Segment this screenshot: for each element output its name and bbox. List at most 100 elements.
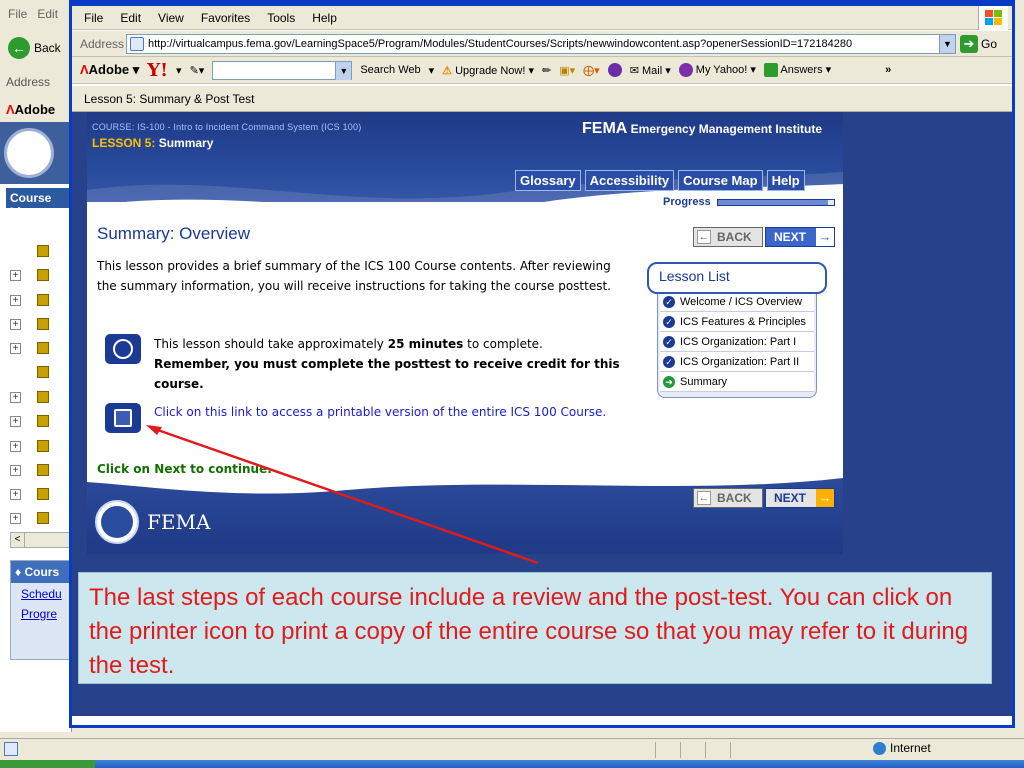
check-icon: ✓ xyxy=(663,295,675,308)
answers-button[interactable]: Answers ▾ xyxy=(763,63,831,78)
tree-row[interactable]: + xyxy=(10,387,68,407)
expand-icon[interactable]: + xyxy=(10,512,21,524)
printable-version-link[interactable]: Click on this link to access a printable… xyxy=(154,402,624,422)
printer-icon[interactable] xyxy=(105,403,141,433)
lesson-name: Summary xyxy=(158,136,214,150)
bg-progress-link[interactable]: Progre xyxy=(11,603,71,623)
yahoo-dropdown-icon[interactable]: ▾ xyxy=(176,64,182,77)
lesson-prefix: LESSON 5: xyxy=(92,136,156,150)
back-arrow-icon: ← xyxy=(697,230,711,244)
start-button[interactable] xyxy=(0,760,95,768)
search-web-dropdown-icon[interactable]: ▾ xyxy=(429,64,435,77)
expand-icon[interactable]: + xyxy=(10,415,21,427)
lesson-item-features[interactable]: ✓ ICS Features & Principles xyxy=(660,312,814,332)
url-dropdown-icon[interactable]: ▼ xyxy=(939,34,955,53)
bg-menu-bar: File Edit xyxy=(0,0,80,30)
music-icon[interactable] xyxy=(607,63,622,77)
lesson-item-welcome[interactable]: ✓ Welcome / ICS Overview xyxy=(660,292,814,312)
next-button-bottom[interactable]: NEXT → xyxy=(765,488,835,508)
bg-back-button[interactable]: ← Back xyxy=(0,31,75,65)
menu-help[interactable]: Help xyxy=(312,11,337,25)
scroll-left-icon[interactable]: < xyxy=(11,533,25,547)
course-map-button[interactable]: Course Map xyxy=(678,170,763,191)
bg-menu-edit[interactable]: Edit xyxy=(37,7,58,23)
bg-schedule-link[interactable]: Schedu xyxy=(11,583,71,603)
next-label: NEXT xyxy=(774,230,807,244)
bg-course-list-header: Course Lis xyxy=(6,188,70,219)
tree-row[interactable]: + xyxy=(10,314,68,334)
expand-icon[interactable]: + xyxy=(10,342,21,354)
top-nav-buttons: ← BACK NEXT → xyxy=(693,227,835,247)
tree-row[interactable]: + xyxy=(10,290,68,310)
tree-row[interactable] xyxy=(10,241,68,261)
progress-indicator: Progress xyxy=(663,196,835,208)
expand-icon[interactable]: + xyxy=(10,294,21,306)
search-dropdown-icon[interactable]: ▼ xyxy=(335,61,352,80)
next-button[interactable]: NEXT → xyxy=(765,227,835,247)
my-yahoo-icon xyxy=(678,63,693,78)
expand-icon[interactable]: + xyxy=(10,269,21,281)
lesson-list-items: ✓ Welcome / ICS Overview ✓ ICS Features & … xyxy=(657,288,817,398)
tree-row[interactable]: + xyxy=(10,265,68,285)
yahoo-button[interactable]: Y! xyxy=(147,60,168,81)
adobe-button[interactable]: ΛAdobe ▾ xyxy=(80,62,139,78)
back-label: BACK xyxy=(717,230,752,244)
go-label: Go xyxy=(981,36,998,51)
tree-row[interactable]: + xyxy=(10,508,68,528)
tree-row[interactable]: + xyxy=(10,338,68,358)
crosshair-icon[interactable]: ⨁▾ xyxy=(583,64,600,77)
my-yahoo-button[interactable]: My Yahoo! ▾ xyxy=(678,63,756,78)
menu-view[interactable]: View xyxy=(158,11,184,25)
expand-icon[interactable]: + xyxy=(10,464,21,476)
bg-menu-file[interactable]: File xyxy=(8,7,27,23)
highlighter-icon[interactable]: ✏ xyxy=(542,64,551,77)
toolbar-overflow-icon[interactable]: » xyxy=(885,64,891,76)
expand-icon[interactable]: + xyxy=(10,440,21,452)
menu-tools[interactable]: Tools xyxy=(267,11,295,25)
page-icon xyxy=(37,245,49,257)
lesson-item-org-part-1[interactable]: ✓ ICS Organization: Part I xyxy=(660,332,814,352)
go-arrow-icon: ➔ xyxy=(960,34,978,53)
back-button[interactable]: ← BACK xyxy=(693,227,763,247)
lesson-item-org-part-2[interactable]: ✓ ICS Organization: Part II xyxy=(660,352,814,372)
url-input[interactable]: http://virtualcampus.fema.gov/LearningSp… xyxy=(126,33,956,54)
status-bar: Internet xyxy=(0,738,1024,760)
window-icon[interactable]: ▣▾ xyxy=(559,64,575,77)
tree-row[interactable]: + xyxy=(10,484,68,504)
tree-row[interactable]: + xyxy=(10,436,68,456)
accessibility-button[interactable]: Accessibility xyxy=(584,170,675,191)
tree-row[interactable]: + xyxy=(10,460,68,480)
course-frame: COURSE: IS-100 - Intro to Incident Comma… xyxy=(72,112,1012,716)
bg-horizontal-scrollbar[interactable]: < xyxy=(10,532,70,548)
bg-courses-panel-title[interactable]: ♦ Cours xyxy=(11,561,71,583)
book-icon xyxy=(37,464,49,476)
bg-adobe-label: Adobe xyxy=(14,101,56,117)
upgrade-button[interactable]: ⚠ Upgrade Now! ▾ xyxy=(442,64,534,77)
back-button-bottom[interactable]: ← BACK xyxy=(693,488,763,508)
menu-file[interactable]: File xyxy=(84,11,103,25)
go-button[interactable]: ➔ Go xyxy=(960,34,998,53)
lesson-item-label: ICS Organization: Part II xyxy=(680,355,800,368)
dhs-seal-icon xyxy=(95,500,139,544)
tree-row[interactable]: + xyxy=(10,411,68,431)
adobe-logo-icon: Λ xyxy=(6,101,15,117)
bg-sidebar: Course Lis + + + + + + + + + + < ♦ Cours… xyxy=(0,122,72,732)
glossary-button[interactable]: Glossary xyxy=(515,170,581,191)
search-web-button[interactable]: Search Web xyxy=(360,64,420,76)
expand-icon[interactable]: + xyxy=(10,318,21,330)
tree-row[interactable] xyxy=(10,362,68,382)
expand-icon[interactable]: + xyxy=(10,391,21,403)
help-button[interactable]: Help xyxy=(766,170,805,191)
dhs-seal-icon xyxy=(4,128,54,178)
envelope-icon: ✉ xyxy=(629,64,639,77)
search-input[interactable]: ▼ xyxy=(212,60,353,80)
lesson-item-summary[interactable]: ➜ Summary xyxy=(660,372,814,392)
menu-edit[interactable]: Edit xyxy=(120,11,141,25)
mail-button[interactable]: ✉ Mail ▾ xyxy=(630,64,671,77)
status-cell xyxy=(655,742,679,758)
expand-icon[interactable]: + xyxy=(10,488,21,500)
book-icon xyxy=(37,318,49,330)
bg-adobe-toolbar[interactable]: Λ Adobe xyxy=(0,98,75,120)
menu-favorites[interactable]: Favorites xyxy=(201,11,250,25)
pencil-icon[interactable]: ✎▾ xyxy=(190,64,205,77)
